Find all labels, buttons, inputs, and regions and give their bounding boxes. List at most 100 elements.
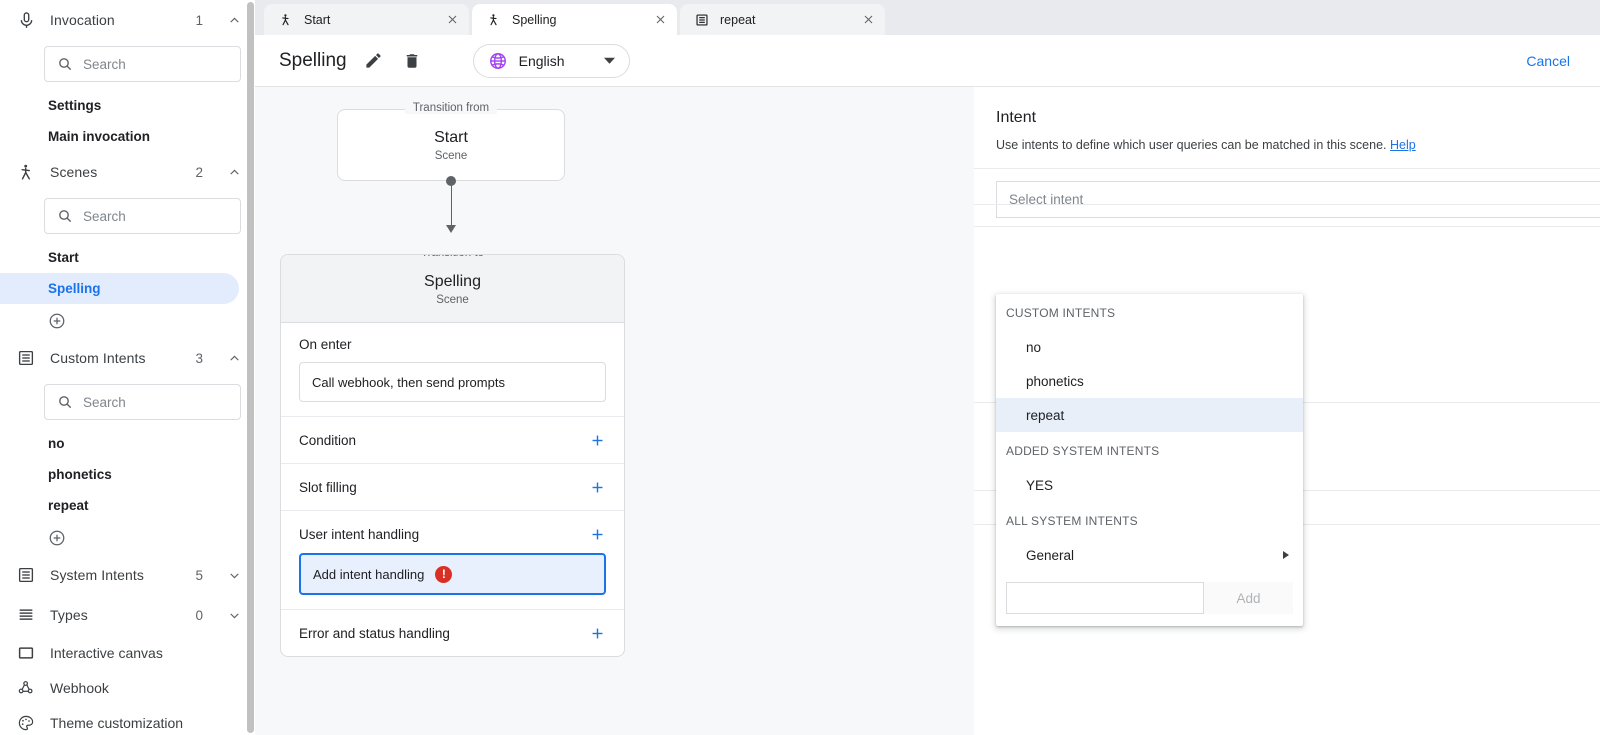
sidebar-scrollbar[interactable] bbox=[246, 0, 255, 735]
sidebar-group-label: Types bbox=[50, 607, 181, 623]
sidebar-group-scenes[interactable]: Scenes 2 bbox=[0, 152, 255, 192]
new-intent-input[interactable] bbox=[1006, 582, 1204, 614]
sidebar-item-no[interactable]: no bbox=[0, 428, 239, 459]
tab-start[interactable]: Start bbox=[264, 4, 469, 35]
search-placeholder: Search bbox=[83, 57, 126, 72]
add-error-status-handling-icon[interactable] bbox=[588, 624, 606, 642]
error-badge-icon: ! bbox=[435, 566, 452, 583]
plus-circle-icon bbox=[48, 312, 66, 330]
trash-icon[interactable] bbox=[401, 50, 423, 72]
sidebar-group-system-intents[interactable]: System Intents 5 bbox=[0, 555, 255, 595]
cancel-button[interactable]: Cancel bbox=[1518, 45, 1578, 77]
add-intent-button[interactable]: Add bbox=[1204, 582, 1293, 614]
sidebar-item-repeat[interactable]: repeat bbox=[0, 490, 239, 521]
canvas-icon bbox=[16, 643, 36, 663]
section-title: Slot filling bbox=[299, 480, 588, 495]
sidebar-item-label: Theme customization bbox=[50, 715, 183, 731]
scene-card-subtitle: Scene bbox=[281, 294, 624, 306]
tab-spelling[interactable]: Spelling bbox=[472, 4, 677, 35]
sidebar: Invocation 1 Search Settings Main invoca… bbox=[0, 0, 255, 735]
add-custom-intent-button[interactable] bbox=[0, 521, 255, 555]
transition-from-node[interactable]: Transition from Start Scene bbox=[337, 109, 565, 181]
sidebar-group-custom-intents[interactable]: Custom Intents 3 bbox=[0, 338, 255, 378]
pencil-icon[interactable] bbox=[363, 50, 385, 72]
intent-panel-header: Intent Use intents to define which user … bbox=[974, 87, 1600, 152]
dropdown-item-general[interactable]: General bbox=[996, 538, 1303, 572]
microphone-icon bbox=[16, 10, 36, 30]
dropdown-group-label: ADDED SYSTEM INTENTS bbox=[996, 432, 1303, 468]
chevron-up-icon bbox=[227, 351, 241, 365]
sidebar-content: Invocation 1 Search Settings Main invoca… bbox=[0, 0, 255, 735]
close-icon[interactable] bbox=[861, 13, 875, 27]
dropdown-item-label: General bbox=[1026, 548, 1074, 563]
chevron-down-icon bbox=[227, 608, 241, 622]
dropdown-item-yes[interactable]: YES bbox=[996, 468, 1303, 502]
dropdown-item-phonetics[interactable]: phonetics bbox=[996, 364, 1303, 398]
scene-card: Transition to Spelling Scene On enter Ca… bbox=[280, 254, 625, 657]
scene-card-title: Spelling bbox=[281, 273, 624, 291]
close-icon[interactable] bbox=[445, 13, 459, 27]
section-title: User intent handling bbox=[299, 527, 588, 542]
palette-icon bbox=[16, 713, 36, 733]
section-on-enter: On enter Call webhook, then send prompts bbox=[281, 323, 624, 417]
search-input-custom-intents[interactable]: Search bbox=[44, 384, 241, 420]
sidebar-group-types[interactable]: Types 0 bbox=[0, 595, 255, 635]
sidebar-item-settings[interactable]: Settings bbox=[0, 90, 239, 121]
add-scene-button[interactable] bbox=[0, 304, 255, 338]
connector-arrow-icon bbox=[446, 225, 456, 233]
section-slot-filling: Slot filling bbox=[281, 464, 624, 511]
sidebar-group-count: 2 bbox=[195, 165, 203, 180]
add-intent-handling-button[interactable]: Add intent handling ! bbox=[299, 553, 606, 595]
tab-repeat[interactable]: repeat bbox=[680, 4, 885, 35]
close-icon[interactable] bbox=[653, 13, 667, 27]
scene-icon bbox=[486, 12, 501, 27]
transition-to-legend: Transition to bbox=[413, 254, 492, 259]
search-placeholder: Search bbox=[83, 209, 126, 224]
sidebar-item-spelling[interactable]: Spelling bbox=[0, 273, 239, 304]
sidebar-item-theme-customization[interactable]: Theme customization bbox=[0, 705, 255, 735]
search-icon bbox=[57, 56, 73, 72]
sidebar-group-label: System Intents bbox=[50, 567, 181, 583]
sidebar-group-count: 0 bbox=[195, 608, 203, 623]
system-intents-icon bbox=[16, 565, 36, 585]
add-condition-icon[interactable] bbox=[588, 431, 606, 449]
intent-panel-description: Use intents to define which user queries… bbox=[996, 138, 1600, 152]
language-selector[interactable]: English bbox=[473, 44, 630, 78]
sidebar-item-interactive-canvas[interactable]: Interactive canvas bbox=[0, 635, 255, 670]
sidebar-group-count: 5 bbox=[195, 568, 203, 583]
intent-dropdown[interactable]: CUSTOM INTENTS no phonetics repeat ADDED… bbox=[996, 294, 1303, 626]
chevron-up-icon bbox=[227, 13, 241, 27]
body: Transition from Start Scene Transition t… bbox=[255, 87, 1600, 735]
section-title: Condition bbox=[299, 433, 588, 448]
sidebar-group-label: Scenes bbox=[50, 164, 181, 180]
dropdown-group-label: ALL SYSTEM INTENTS bbox=[996, 502, 1303, 538]
section-error-status-handling: Error and status handling bbox=[281, 610, 624, 656]
sidebar-item-label: Webhook bbox=[50, 680, 109, 696]
scene-canvas[interactable]: Transition from Start Scene Transition t… bbox=[255, 87, 974, 735]
sidebar-item-label: Interactive canvas bbox=[50, 645, 163, 661]
help-link[interactable]: Help bbox=[1390, 138, 1416, 152]
scene-header: Spelling bbox=[255, 35, 1600, 87]
add-user-intent-handling-icon[interactable] bbox=[588, 525, 606, 543]
sidebar-item-start[interactable]: Start bbox=[0, 242, 239, 273]
on-enter-value[interactable]: Call webhook, then send prompts bbox=[299, 362, 606, 402]
sidebar-group-label: Custom Intents bbox=[50, 350, 181, 366]
search-input-invocation[interactable]: Search bbox=[44, 46, 241, 82]
sidebar-scrollbar-thumb[interactable] bbox=[247, 2, 254, 733]
intents-icon bbox=[16, 348, 36, 368]
add-slot-filling-icon[interactable] bbox=[588, 478, 606, 496]
tab-bar: Start Spelling bbox=[255, 0, 1600, 35]
dropdown-item-repeat[interactable]: repeat bbox=[996, 398, 1303, 432]
select-intent-input[interactable]: Select intent bbox=[996, 181, 1600, 218]
dropdown-item-no[interactable]: no bbox=[996, 330, 1303, 364]
sidebar-group-count: 3 bbox=[195, 351, 203, 366]
sidebar-item-main-invocation[interactable]: Main invocation bbox=[0, 121, 239, 152]
caret-down-icon bbox=[604, 55, 615, 66]
scenes-icon bbox=[16, 162, 36, 182]
sidebar-item-phonetics[interactable]: phonetics bbox=[0, 459, 239, 490]
sidebar-group-invocation[interactable]: Invocation 1 bbox=[0, 0, 255, 40]
panel-divider bbox=[974, 226, 1600, 227]
section-condition: Condition bbox=[281, 417, 624, 464]
sidebar-item-webhook[interactable]: Webhook bbox=[0, 670, 255, 705]
search-input-scenes[interactable]: Search bbox=[44, 198, 241, 234]
